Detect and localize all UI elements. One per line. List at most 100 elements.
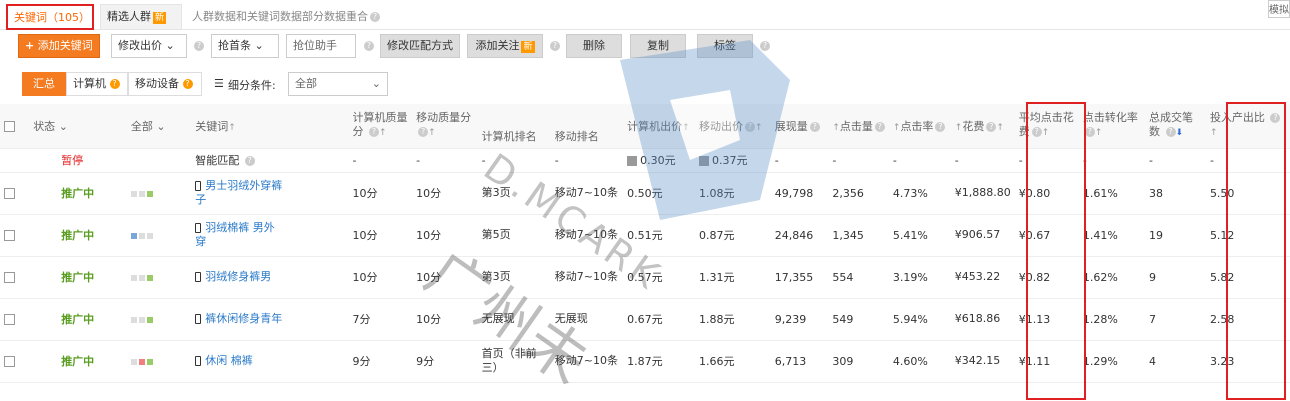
squares-cell — [126, 172, 192, 215]
header-pc-quality[interactable]: 计算机质量分 ? ↑ — [348, 104, 413, 149]
modify-match-button[interactable]: 修改匹配方式 — [380, 34, 460, 58]
header-checkbox[interactable] — [0, 104, 30, 149]
select-all-checkbox[interactable] — [4, 120, 15, 132]
mobile-bid-cell[interactable]: 1.08元 — [695, 172, 771, 215]
header-status-label: 状态 — [33, 119, 56, 133]
row-checkbox[interactable] — [4, 356, 15, 367]
mobile-bid-cell[interactable]: 1.66元 — [695, 340, 771, 383]
keyword-cell[interactable]: 裤休闲修身青年 — [191, 298, 349, 341]
mobile-bid-cell[interactable]: 1.31元 — [695, 256, 771, 299]
status-cell[interactable]: 推广中 — [29, 298, 127, 341]
modify-bid-dropdown[interactable]: 修改出价 ⌄ — [111, 34, 187, 58]
segment-mobile[interactable]: 移动设备 ? — [128, 72, 202, 96]
avg-cpc-cell: - — [1014, 148, 1079, 173]
tag-button[interactable]: 标签 — [697, 34, 753, 58]
help-icon[interactable]: ? — [364, 41, 374, 51]
sort-down-icon: ⬇ — [1175, 128, 1184, 139]
header-conv-rate[interactable]: 点击转化率 ? ↑ — [1078, 104, 1145, 149]
keyword-cell[interactable]: 休闲 棉裤 — [191, 340, 349, 383]
row-checkbox[interactable] — [4, 188, 15, 199]
impressions-cell: 9,239 — [770, 298, 829, 341]
avg-cpc-cell: ¥0.67 — [1014, 214, 1079, 257]
pc-bid-cell[interactable]: 1.87元 — [623, 340, 696, 383]
grab-first-dropdown[interactable]: 抢首条 ⌄ — [211, 34, 279, 58]
header-cost[interactable]: ↑花费? ↑ — [950, 104, 1015, 149]
add-keyword-button[interactable]: + 添加关键词 — [18, 34, 100, 58]
table-row[interactable]: 推广中 休闲 棉裤 9分 9分 首页（非前三） 移动7~10条 1.87元 1.66元 6,71… — [0, 340, 1290, 383]
header-roi[interactable]: 投入产出比 ? ↑ — [1205, 104, 1290, 149]
help-icon[interactable]: ? — [550, 41, 560, 51]
header-impressions[interactable]: 展现量? — [770, 104, 829, 149]
impressions-cell: 24,846 — [770, 214, 829, 257]
keyword-cell[interactable]: 羽绒修身裤男 — [191, 256, 349, 299]
header-orders[interactable]: 总成交笔数 ? ⬇ — [1145, 104, 1206, 149]
row-checkbox[interactable] — [4, 314, 15, 325]
tab-bar: 关键词（105） 精选人群新 人群数据和关键词数据部分数据重合? 模拟 — [0, 0, 1290, 30]
status-cell[interactable]: 推广中 — [29, 172, 127, 215]
table-row[interactable]: 推广中 男士羽绒外穿裤子 10分 10分 第3页 移动7~10条 0.50元 1.08元 49,… — [0, 172, 1290, 215]
segment-pc[interactable]: 计算机 ? — [66, 72, 128, 96]
checkbox-cell[interactable] — [0, 340, 30, 383]
device-indicator — [130, 232, 137, 239]
row-checkbox[interactable] — [4, 230, 15, 241]
pc-bid-cell[interactable]: 0.57元 — [623, 256, 696, 299]
keyword-table: 状态 ⌄ 全部 ⌄ 关键词↑ 计算机质量分 ? ↑ 移动质量分 ? ↑ 计算机排名 … — [0, 104, 1290, 383]
tab-keywords[interactable]: 关键词（105） — [6, 4, 94, 30]
table-header: 状态 ⌄ 全部 ⌄ 关键词↑ 计算机质量分 ? ↑ 移动质量分 ? ↑ 计算机排名 … — [0, 104, 1290, 149]
mobile-bid-cell[interactable]: 0.87元 — [695, 214, 771, 257]
status-cell[interactable]: 推广中 — [29, 256, 127, 299]
help-icon[interactable]: ? — [244, 156, 255, 166]
copy-button[interactable]: 复制 — [630, 34, 686, 58]
header-keyword[interactable]: 关键词↑ — [191, 104, 349, 149]
checkbox-cell[interactable] — [0, 214, 30, 257]
keyword-link[interactable]: 男士羽绒外穿裤子 — [195, 179, 282, 206]
mobile-bid-cell[interactable]: 1.88元 — [695, 298, 771, 341]
delete-button[interactable]: 删除 — [566, 34, 622, 58]
tab-crowd[interactable]: 精选人群新 — [100, 4, 182, 30]
impressions-cell: - — [770, 148, 829, 173]
header-all[interactable]: 全部 ⌄ — [126, 104, 192, 149]
keyword-link[interactable]: 羽绒棉裤 男外穿 — [195, 221, 275, 248]
condition-select[interactable]: 全部 ⌄ — [288, 72, 388, 96]
grab-assist-button[interactable]: 抢位助手 — [286, 34, 356, 58]
help-icon: ? — [182, 79, 193, 89]
row-checkbox[interactable] — [4, 272, 15, 283]
mobile-rank-cell: 移动7~10条 — [550, 340, 624, 383]
help-icon[interactable]: ? — [370, 12, 380, 22]
pc-bid-cell[interactable]: 0.51元 — [623, 214, 696, 257]
help-icon[interactable]: ? — [760, 41, 770, 51]
pc-bid-cell[interactable]: 0.30元 — [623, 148, 696, 173]
segment-summary[interactable]: 汇总 — [22, 72, 66, 96]
header-ctr[interactable]: ↑点击率? — [888, 104, 951, 149]
orders-cell: 19 — [1145, 214, 1206, 257]
status-cell[interactable]: 推广中 — [29, 214, 127, 257]
checkbox-cell[interactable] — [0, 256, 30, 299]
header-pc-bid[interactable]: 计算机出价↑ — [623, 104, 696, 149]
header-status[interactable]: 状态 ⌄ — [29, 104, 127, 149]
status-cell[interactable]: 推广中 — [29, 340, 127, 383]
device-indicator — [146, 232, 153, 239]
table-row[interactable]: 推广中 羽绒修身裤男 10分 10分 第3页 移动7~10条 0.57元 1.31元 17,35… — [0, 256, 1290, 299]
add-follow-button[interactable]: 添加关注新 — [467, 34, 543, 58]
help-icon: ? — [874, 121, 885, 132]
pc-bid-cell[interactable]: 0.50元 — [623, 172, 696, 215]
mode-button[interactable]: 模拟 — [1268, 0, 1290, 18]
header-mobile-quality[interactable]: 移动质量分 ? ↑ — [412, 104, 478, 149]
mobile-bid-cell[interactable]: 0.37元 — [695, 148, 771, 173]
keyword-cell[interactable]: 男士羽绒外穿裤子 — [191, 172, 349, 215]
pc-rank-cell: 无展现 — [477, 298, 551, 341]
pc-bid-cell[interactable]: 0.67元 — [623, 298, 696, 341]
header-mobile-bid[interactable]: 移动出价? ↑ — [695, 104, 771, 149]
checkbox-cell[interactable] — [0, 298, 30, 341]
checkbox-cell[interactable] — [0, 172, 30, 215]
add-keyword-label: 添加关键词 — [37, 39, 93, 52]
header-avg-cpc[interactable]: 平均点击花费? ↑ — [1014, 104, 1079, 149]
keyword-cell[interactable]: 羽绒棉裤 男外穿 — [191, 214, 349, 257]
help-icon[interactable]: ? — [194, 41, 204, 51]
table-row[interactable]: 推广中 羽绒棉裤 男外穿 10分 10分 第5页 移动7~10条 0.51元 0.87元 24,… — [0, 214, 1290, 257]
table-row[interactable]: 推广中 裤休闲修身青年 7分 10分 无展现 无展现 0.67元 1.88元 9,239 549 5… — [0, 298, 1290, 341]
keyword-link[interactable]: 休闲 棉裤 — [205, 354, 253, 367]
keyword-link[interactable]: 羽绒修身裤男 — [205, 270, 271, 283]
keyword-link[interactable]: 裤休闲修身青年 — [205, 312, 282, 325]
header-clicks[interactable]: ↑点击量? — [828, 104, 889, 149]
